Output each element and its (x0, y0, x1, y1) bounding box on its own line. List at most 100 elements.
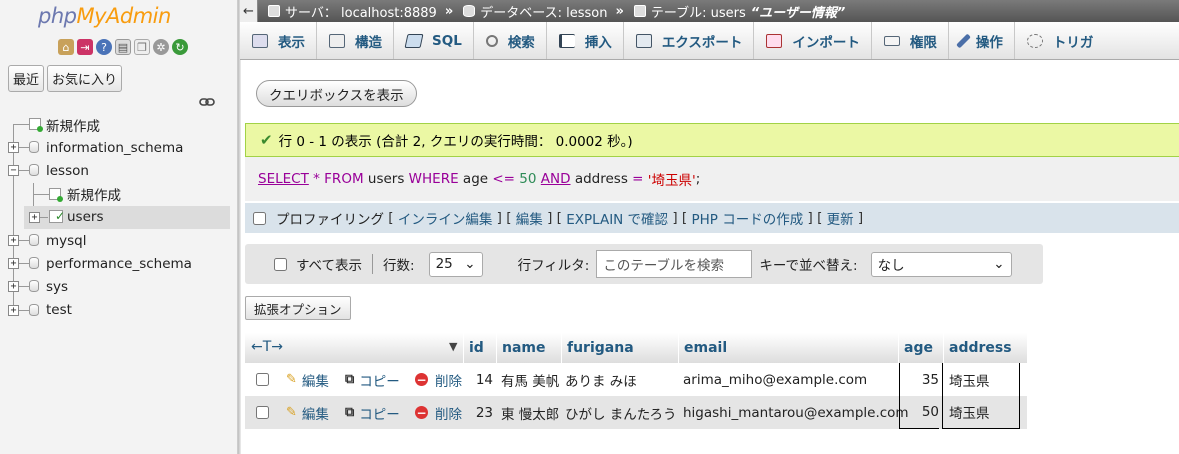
pencil-icon: ✎ (286, 405, 297, 420)
refresh-link[interactable]: 更新 (827, 208, 854, 228)
tree-item-performance-schema[interactable]: + performance_schema (0, 252, 238, 275)
tab-privileges[interactable]: 権限 (872, 22, 949, 59)
tree-item-sys[interactable]: + sys (0, 275, 238, 298)
expand-icon[interactable]: + (8, 142, 19, 154)
tree-item-lesson-new[interactable]: 新規作成 (0, 183, 238, 206)
cell-email[interactable]: higashi_mantarou@example.com (683, 396, 909, 429)
show-all-checkbox[interactable] (274, 257, 287, 271)
sort-by-key-select[interactable]: なし ⌄ (870, 251, 1012, 277)
column-header-name[interactable]: name (496, 333, 561, 363)
expand-icon[interactable]: + (8, 234, 19, 246)
expand-icon[interactable]: + (29, 211, 40, 223)
row-filter-input[interactable]: このテーブルを検索 (596, 250, 753, 278)
expand-icon[interactable]: + (8, 281, 19, 293)
operations-icon (955, 33, 971, 48)
column-header-id[interactable]: id (463, 333, 496, 363)
cell-id[interactable]: 14 (463, 363, 493, 396)
copy-icon[interactable]: ❐ (134, 39, 150, 55)
cell-name[interactable]: 有馬 美帆 (501, 363, 559, 396)
collapse-icon[interactable]: − (8, 165, 19, 177)
gear-icon[interactable]: ✲ (153, 39, 169, 55)
cell-address[interactable]: 埼玉県 (942, 363, 1020, 396)
expand-icon[interactable]: + (8, 304, 19, 316)
profiling-label: プロファイリング (276, 212, 384, 228)
tree-item-mysql[interactable]: + mysql (0, 229, 238, 252)
logout-icon[interactable]: ⇥ (77, 39, 93, 55)
cell-name[interactable]: 東 慢太郎 (501, 396, 559, 429)
cell-address[interactable]: 埼玉県 (942, 396, 1020, 429)
row-filter-label: 行フィルタ: (517, 258, 590, 274)
column-header-age[interactable]: age (898, 333, 943, 363)
import-icon (766, 33, 783, 48)
tree-item-users[interactable]: + ✓ users (24, 205, 230, 229)
tab-structure[interactable]: 構造 (317, 22, 394, 59)
breadcrumb-server[interactable]: サーバ： localhost:8889 (268, 2, 437, 21)
tab-browse[interactable]: 表示 (240, 22, 317, 59)
php-code-link[interactable]: PHP コードの作成 (691, 208, 803, 228)
cell-id[interactable]: 23 (463, 396, 493, 429)
favorites-tab[interactable]: お気に入り (47, 65, 123, 92)
explain-link[interactable]: EXPLAIN で確認 (566, 208, 668, 228)
copy-row-button[interactable]: ⧉ コピー (345, 396, 400, 429)
breadcrumb-database[interactable]: データベース: lesson (463, 2, 607, 21)
tab-import[interactable]: インポート (754, 22, 872, 59)
chevron-down-icon: ⌄ (993, 256, 1005, 272)
reload-icon[interactable]: ↻ (172, 39, 188, 55)
edit-link[interactable]: 編集 (516, 208, 543, 228)
nav-tabs: 最近 お気に入り (8, 65, 123, 92)
help-icon[interactable]: ? (96, 39, 112, 55)
show-query-box-button[interactable]: クエリボックスを表示 (256, 80, 417, 107)
table-icon (633, 5, 646, 17)
tab-search[interactable]: 検索 (474, 22, 547, 59)
recent-tab[interactable]: 最近 (8, 65, 45, 92)
row-checkbox[interactable] (256, 406, 269, 419)
tree-item-new[interactable]: 新規作成 (0, 113, 238, 136)
database-icon (29, 257, 39, 270)
tab-sql[interactable]: SQL (394, 22, 474, 59)
rows-select[interactable]: 25 ⌄ (428, 251, 483, 277)
row-checkbox[interactable] (256, 373, 269, 386)
edit-row-button[interactable]: ✎ 編集 (286, 396, 329, 429)
extra-options-button[interactable]: 拡張オプション (245, 296, 351, 320)
link-icon[interactable] (199, 96, 215, 108)
cell-furigana[interactable]: ひがし まんたろう (565, 396, 676, 429)
success-message: ✔ 行 0 - 1 の表示 (合計 2, クエリの実行時間： 0.0002 秒。… (245, 123, 1179, 157)
tab-operations[interactable]: 操作 (949, 22, 1015, 59)
column-header-email[interactable]: email (678, 333, 898, 363)
expand-icon[interactable]: + (8, 258, 19, 270)
sort-by-key-label: キーで並べ替え: (759, 258, 858, 274)
column-menu-triangle-icon[interactable]: ▼ (449, 340, 457, 353)
tree-item-lesson[interactable]: − lesson (0, 159, 238, 182)
browse-icon (252, 33, 268, 48)
breadcrumb-separator: » (444, 3, 454, 19)
tree-item-test[interactable]: + test (0, 299, 238, 322)
phpmyadmin-logo[interactable]: phpMyAdmin (38, 4, 171, 28)
profiling-checkbox[interactable] (253, 211, 266, 225)
copy-row-button[interactable]: ⧉ コピー (345, 363, 400, 396)
structure-icon (329, 33, 345, 48)
delete-row-button[interactable]: − 削除 (415, 363, 462, 396)
cell-age[interactable]: 50 (899, 396, 939, 429)
triggers-icon (1026, 33, 1043, 48)
column-header-furigana[interactable]: furigana (561, 333, 678, 363)
column-arrows[interactable]: ←T→ (251, 339, 283, 355)
cell-age[interactable]: 35 (899, 363, 939, 396)
breadcrumb-table[interactable]: テーブル: users “ユーザー情報” (633, 2, 845, 21)
back-arrow-icon[interactable]: ← (240, 0, 258, 22)
cell-furigana[interactable]: ありま みほ (565, 363, 637, 396)
tab-export[interactable]: エクスポート (624, 22, 755, 59)
column-header-address[interactable]: address (943, 333, 1021, 363)
sql-keyword[interactable]: AND (541, 171, 571, 187)
delete-row-button[interactable]: − 削除 (415, 396, 462, 429)
edit-row-button[interactable]: ✎ 編集 (286, 363, 329, 396)
sql-keyword[interactable]: SELECT (258, 171, 309, 187)
tree-item-information-schema[interactable]: + information_schema (0, 136, 238, 159)
home-icon[interactable]: ⌂ (58, 39, 74, 55)
tab-insert[interactable]: 挿入 (547, 22, 624, 59)
docs-icon[interactable]: ▤ (115, 39, 131, 55)
tab-triggers[interactable]: トリガ (1015, 22, 1105, 59)
nav-resizer[interactable] (238, 0, 241, 454)
cell-email[interactable]: arima_miho@example.com (683, 363, 867, 396)
inline-edit-link[interactable]: インライン編集 (398, 208, 493, 228)
sql-query-display: SELECT * FROM users WHERE age <= 50 AND … (245, 157, 1179, 201)
